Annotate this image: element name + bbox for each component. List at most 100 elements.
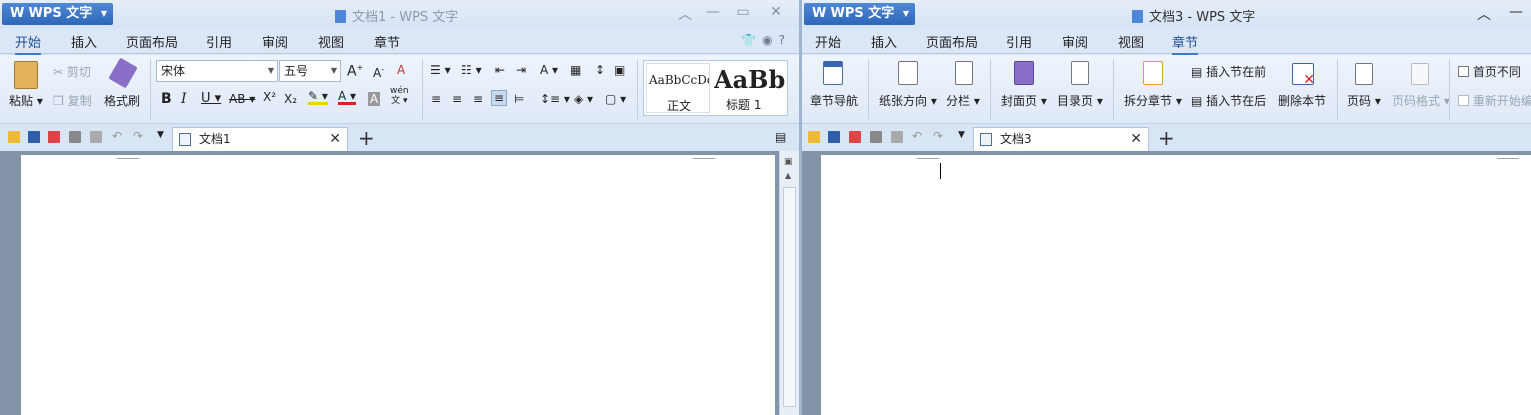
font-name-select[interactable]: 宋体 ▼ <box>156 60 278 82</box>
cover-page-button[interactable]: 封面页 ▾ <box>1001 92 1047 109</box>
subscript-button[interactable]: X₂ <box>284 92 297 106</box>
superscript-button[interactable]: X² <box>263 90 276 104</box>
redo-icon[interactable]: ↷ <box>933 129 943 143</box>
tab-insert[interactable]: 插入 <box>71 32 97 51</box>
orientation-button[interactable]: 纸张方向 ▾ <box>879 92 937 109</box>
document-tab[interactable]: 文档3 ✕ <box>973 127 1149 152</box>
new-tab-icon[interactable]: + <box>358 126 375 150</box>
tab-chapter[interactable]: 章节 <box>374 32 400 51</box>
table-icon[interactable]: ▦ <box>570 63 581 77</box>
bold-button[interactable]: B <box>161 91 172 107</box>
new-tab-icon[interactable]: + <box>1158 126 1175 150</box>
export-pdf-icon[interactable] <box>48 131 60 143</box>
grow-font-button[interactable]: A+ <box>347 63 363 80</box>
undo-icon[interactable]: ↶ <box>912 129 922 143</box>
print-preview-icon[interactable] <box>90 131 102 143</box>
styles-gallery[interactable]: AaBbCcDd 正文 AaBb 标题 1 <box>643 60 788 116</box>
page-number-icon[interactable] <box>1355 63 1373 85</box>
undo-icon[interactable]: ↶ <box>112 129 122 143</box>
chapter-nav-icon[interactable] <box>823 61 843 85</box>
decrease-indent-button[interactable]: ⇤ <box>495 63 505 77</box>
highlight-button[interactable]: ✎ ▾ <box>308 90 328 105</box>
print-icon[interactable] <box>870 131 882 143</box>
help-icon[interactable]: ? <box>779 33 791 47</box>
shading-button[interactable]: ◈ ▾ <box>574 92 593 106</box>
line-spacing-button[interactable]: ↕≡ ▾ <box>540 92 570 106</box>
document-page[interactable] <box>21 155 775 415</box>
numbering-button[interactable]: ☷ ▾ <box>461 63 482 77</box>
copy-button[interactable]: ❐ 复制 <box>53 92 92 109</box>
print-preview-icon[interactable] <box>891 131 903 143</box>
tab-insert[interactable]: 插入 <box>871 32 897 51</box>
vertical-scrollbar[interactable]: ▣ ▲ <box>779 151 799 415</box>
tab-page-layout[interactable]: 页面布局 <box>926 32 978 51</box>
cut-button[interactable]: ✂ 剪切 <box>53 63 91 80</box>
tab-review[interactable]: 审阅 <box>262 32 288 51</box>
close-tab-icon[interactable]: ✕ <box>329 128 341 150</box>
close-tab-icon[interactable]: ✕ <box>1130 128 1142 150</box>
tab-chapter[interactable]: 章节 <box>1172 32 1199 55</box>
tab-view[interactable]: 视图 <box>1118 32 1144 51</box>
save-icon[interactable] <box>28 131 40 143</box>
scroll-up-icon[interactable]: ▲ <box>785 171 791 180</box>
redo-icon[interactable]: ↷ <box>133 129 143 143</box>
strikethrough-button[interactable]: AB ▾ <box>229 92 255 106</box>
align-center-button[interactable]: ≡ <box>452 92 462 106</box>
text-direction-button[interactable]: A ▾ <box>540 63 558 77</box>
increase-indent-button[interactable]: ⇥ <box>516 63 526 77</box>
print-icon[interactable] <box>69 131 81 143</box>
cover-page-icon[interactable] <box>1014 61 1034 85</box>
show-marks-icon[interactable]: ▣ <box>614 63 625 77</box>
customize-qat-icon[interactable]: ▼ <box>157 130 164 140</box>
borders-button[interactable]: ▢ ▾ <box>605 92 626 106</box>
format-painter-icon[interactable] <box>108 57 138 89</box>
collapse-ribbon-button[interactable]: ︿ <box>1473 4 1495 24</box>
align-left-button[interactable]: ≡ <box>431 92 441 106</box>
style-heading1[interactable]: AaBb 标题 1 <box>714 63 786 113</box>
toc-button[interactable]: 目录页 ▾ <box>1057 92 1103 109</box>
format-painter-button[interactable]: 格式刷 <box>104 92 140 109</box>
columns-icon[interactable] <box>955 61 973 85</box>
tab-review[interactable]: 审阅 <box>1062 32 1088 51</box>
collapse-ribbon-button[interactable]: ︿ <box>674 4 696 24</box>
tab-references[interactable]: 引用 <box>206 32 232 51</box>
tab-page-layout[interactable]: 页面布局 <box>126 32 178 51</box>
style-normal[interactable]: AaBbCcDd 正文 <box>646 63 710 113</box>
bullets-button[interactable]: ☰ ▾ <box>430 63 451 77</box>
restart-numbering-checkbox[interactable]: 重新开始编 <box>1458 92 1531 109</box>
font-size-select[interactable]: 五号 ▼ <box>279 60 341 82</box>
tab-home[interactable]: 开始 <box>15 32 42 55</box>
char-shading-button[interactable]: A <box>368 92 381 106</box>
justify-button[interactable]: ≡ <box>491 90 508 106</box>
insert-section-after-button[interactable]: ▤ 插入节在后 <box>1191 92 1266 109</box>
distribute-button[interactable]: ⊨ <box>514 92 524 106</box>
export-pdf-icon[interactable] <box>849 131 861 143</box>
shirt-icon[interactable]: 👕 <box>741 33 762 47</box>
clear-format-icon[interactable]: A <box>397 63 405 77</box>
chapter-nav-button[interactable]: 章节导航 <box>810 92 858 109</box>
document-page[interactable] <box>821 155 1531 415</box>
wps-app-menu-button[interactable]: W WPS 文字 ▼ <box>2 3 113 25</box>
italic-button[interactable]: I <box>181 91 187 107</box>
columns-button[interactable]: 分栏 ▾ <box>946 92 980 109</box>
sort-icon[interactable]: ↕ <box>595 63 605 77</box>
delete-section-button[interactable]: 删除本节 <box>1278 92 1326 109</box>
shrink-font-button[interactable]: A- <box>373 65 384 80</box>
split-chapter-button[interactable]: 拆分章节 ▾ <box>1124 92 1182 109</box>
first-page-different-checkbox[interactable]: 首页不同 <box>1458 63 1521 80</box>
font-color-button[interactable]: A ▾ <box>338 90 357 105</box>
delete-section-icon[interactable]: ✕ <box>1292 63 1315 88</box>
insert-section-before-button[interactable]: ▤ 插入节在前 <box>1191 63 1266 80</box>
minimize-button[interactable]: — <box>1505 4 1527 20</box>
minimize-button[interactable]: — <box>702 4 724 20</box>
orientation-icon[interactable] <box>898 61 918 85</box>
paste-icon[interactable] <box>14 61 38 89</box>
scroll-thumb[interactable] <box>783 187 796 407</box>
split-chapter-icon[interactable] <box>1143 61 1163 85</box>
close-button[interactable]: ✕ <box>765 4 787 20</box>
open-icon[interactable] <box>8 131 20 143</box>
wps-app-menu-button[interactable]: W WPS 文字 ▼ <box>804 3 915 25</box>
page-number-format-button[interactable]: 页码格式 ▾ <box>1392 92 1450 109</box>
customize-qat-icon[interactable]: ▼ <box>958 130 965 140</box>
underline-button[interactable]: U ▾ <box>201 91 221 106</box>
